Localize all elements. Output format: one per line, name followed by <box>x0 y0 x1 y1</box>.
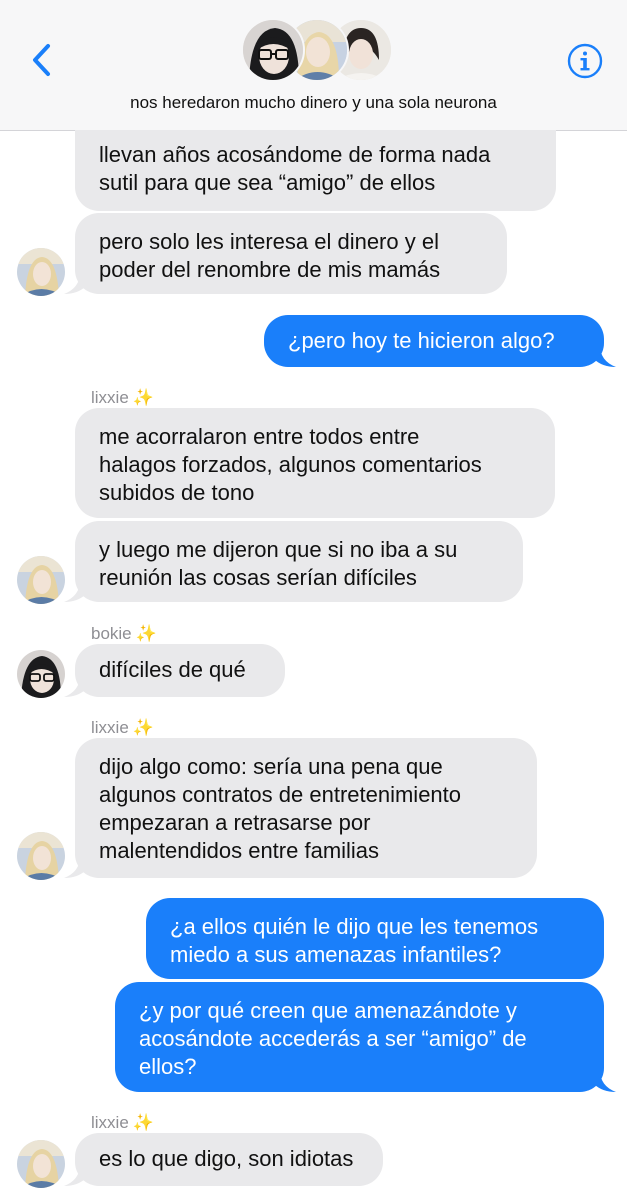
conversation-title[interactable]: nos heredaron mucho dinero y una sola ne… <box>0 93 627 113</box>
back-button[interactable] <box>24 38 58 82</box>
sender-name: bokie ✨ <box>91 624 157 643</box>
message-line: difíciles de qué <box>99 657 246 682</box>
message-line: malentendidos entre familias <box>99 838 380 863</box>
message-bubble-received[interactable]: difíciles de qué <box>75 644 285 697</box>
bubble-tail <box>64 580 86 602</box>
message-bubble-received[interactable]: dijo algo como: sería una pena que algun… <box>75 738 537 878</box>
bubble-tail <box>64 856 86 878</box>
message-line: miedo a sus amenazas infantiles? <box>170 942 502 967</box>
bubble-tail <box>594 345 616 367</box>
sparkles-icon: ✨ <box>135 624 157 643</box>
sparkles-icon: ✨ <box>132 1113 154 1132</box>
message-line: acosándote accederás a ser “amigo” de <box>139 1026 527 1051</box>
message-line: y luego me dijeron que si no iba a su <box>99 537 458 562</box>
message-line: halagos forzados, algunos comentarios <box>99 452 482 477</box>
sender-name: lixxie ✨ <box>91 1113 154 1132</box>
message-line: ¿y por qué creen que amenazándote y <box>139 998 517 1023</box>
message-line: ¿pero hoy te hicieron algo? <box>288 328 555 353</box>
info-button[interactable] <box>566 42 604 80</box>
avatar-lixxie[interactable] <box>17 556 65 604</box>
bubble-tail <box>594 1070 616 1092</box>
avatar-lixxie[interactable] <box>17 832 65 880</box>
avatar-lixxie[interactable] <box>17 248 65 296</box>
sender-name: lixxie ✨ <box>91 718 154 737</box>
message-line: ellos? <box>139 1054 197 1079</box>
sender-name: lixxie ✨ <box>91 388 154 407</box>
avatar-lixxie[interactable] <box>17 1140 65 1188</box>
sparkles-icon: ✨ <box>132 388 154 407</box>
message-line: llevan años acosándome de forma nada <box>99 142 491 167</box>
message-line: subidos de tono <box>99 480 255 505</box>
message-line: reunión las cosas serían difíciles <box>99 565 417 590</box>
message-line: empezaran a retrasarse por <box>99 810 371 835</box>
chevron-left-icon <box>33 44 50 76</box>
message-bubble-received[interactable]: y luego me dijeron que si no iba a su re… <box>75 521 523 602</box>
message-line: pero solo les interesa el dinero y el <box>99 229 439 254</box>
avatar-bokie[interactable] <box>17 650 65 698</box>
bubble-tail <box>64 675 86 697</box>
message-bubble-sent[interactable]: ¿pero hoy te hicieron algo? <box>264 315 604 367</box>
conversation-header: nos heredaron mucho dinero y una sola ne… <box>0 0 627 131</box>
message-bubble-received[interactable]: pero solo les interesa el dinero y el po… <box>75 213 507 294</box>
bubble-tail <box>64 272 86 294</box>
message-bubble-sent[interactable]: ¿y por qué creen que amenazándote y acos… <box>115 982 604 1092</box>
message-bubble-received[interactable]: me acorralaron entre todos entre halagos… <box>75 408 555 518</box>
message-line: sutil para que sea “amigo” de ellos <box>99 170 436 195</box>
message-bubble-received[interactable]: llevan años acosándome de forma nada sut… <box>75 130 556 211</box>
message-bubble-received[interactable]: es lo que digo, son idiotas <box>75 1133 383 1186</box>
message-line: es lo que digo, son idiotas <box>99 1146 354 1171</box>
message-bubble-sent[interactable]: ¿a ellos quién le dijo que les tenemos m… <box>146 898 604 979</box>
info-icon <box>567 43 603 79</box>
sparkles-icon: ✨ <box>132 718 154 737</box>
bubble-tail <box>64 1164 86 1186</box>
message-line: poder del renombre de mis mamás <box>99 257 441 282</box>
message-line: me acorralaron entre todos entre <box>99 424 420 449</box>
message-line: dijo algo como: sería una pena que <box>99 754 443 779</box>
group-avatars[interactable] <box>241 18 393 82</box>
avatar-bokie <box>241 18 305 82</box>
message-line: ¿a ellos quién le dijo que les tenemos <box>170 914 539 939</box>
message-line: algunos contratos de entretenimiento <box>99 782 462 807</box>
